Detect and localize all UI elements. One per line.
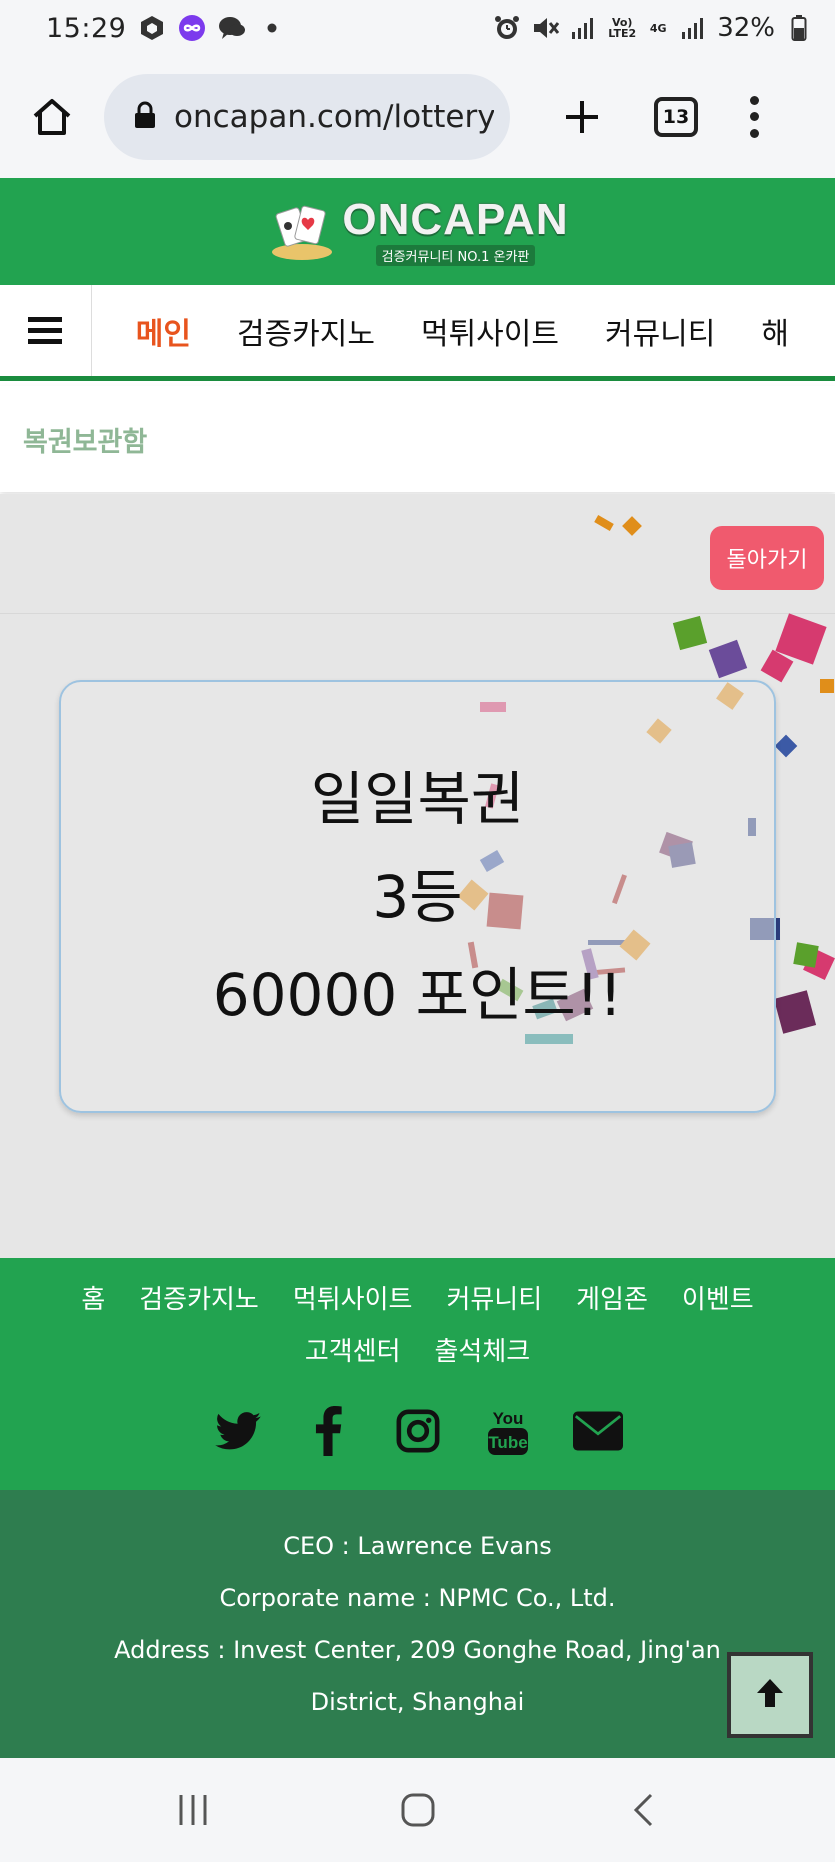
nav-item-scam-sites[interactable]: 먹튀사이트 bbox=[421, 309, 559, 353]
signal-2-icon bbox=[679, 14, 707, 42]
browser-toolbar: oncapan.com/lottery 13 bbox=[0, 56, 835, 178]
page-title-bar: 복권보관함 bbox=[0, 386, 835, 492]
mute-icon bbox=[531, 14, 560, 42]
hamburger-menu-icon[interactable] bbox=[0, 285, 92, 376]
twitter-icon[interactable] bbox=[213, 1406, 263, 1456]
battery-icon bbox=[785, 14, 813, 42]
status-time: 15:29 bbox=[46, 12, 127, 44]
new-tab-icon[interactable] bbox=[550, 85, 614, 149]
battery-percent: 32% bbox=[717, 13, 775, 43]
footer-link-home[interactable]: 홈 bbox=[81, 1283, 105, 1317]
lottery-rank: 3등 bbox=[372, 862, 463, 931]
lottery-result-card: 일일복권 3등 60000 포인트!! bbox=[59, 680, 776, 1113]
footer-link-game-zone[interactable]: 게임존 bbox=[576, 1283, 648, 1317]
system-nav-bar bbox=[0, 1758, 835, 1862]
lottery-prize: 60000 포인트!! bbox=[212, 960, 623, 1029]
signal-icon bbox=[569, 14, 597, 42]
site-logo[interactable]: ONCAPAN 검증커뮤니티 NO.1 온카판 bbox=[266, 197, 568, 266]
tab-switcher-button[interactable]: 13 bbox=[654, 97, 698, 137]
recent-apps-icon[interactable] bbox=[158, 1780, 228, 1840]
network-gen: 4G bbox=[649, 21, 667, 35]
url-text[interactable]: oncapan.com/lottery bbox=[174, 99, 494, 135]
nav-item-more[interactable]: 해 bbox=[761, 309, 789, 353]
address-bar[interactable]: oncapan.com/lottery bbox=[104, 74, 510, 160]
footer-link-scam-sites[interactable]: 먹튀사이트 bbox=[293, 1283, 413, 1317]
home-icon[interactable] bbox=[20, 85, 84, 149]
footer-nav: 홈 검증카지노 먹튀사이트 커뮤니티 게임존 이벤트 고객센터 출석체크 You… bbox=[0, 1258, 835, 1490]
page-title: 복권보관함 bbox=[23, 426, 148, 458]
home-nav-icon[interactable] bbox=[383, 1780, 453, 1840]
lottery-content: 돌아가기 일일복권 3등 60000 포인트!! bbox=[0, 494, 835, 1258]
address-text: Address : Invest Center, 209 Gonghe Road… bbox=[114, 1636, 721, 1716]
mail-icon[interactable] bbox=[572, 1406, 623, 1456]
footer-link-community[interactable]: 커뮤니티 bbox=[446, 1283, 542, 1317]
back-button[interactable]: 돌아가기 bbox=[710, 526, 824, 590]
footer-link-verified-casino[interactable]: 검증카지노 bbox=[139, 1283, 259, 1317]
facebook-icon[interactable] bbox=[303, 1406, 353, 1456]
youtube-tube-text: Tube bbox=[488, 1433, 527, 1452]
footer-link-attendance[interactable]: 출석체크 bbox=[435, 1335, 531, 1369]
corporate-name-text: Corporate name : NPMC Co., Ltd. bbox=[219, 1584, 616, 1612]
main-nav: 메인 검증카지노 먹튀사이트 커뮤니티 해 bbox=[0, 285, 835, 381]
footer-info: CEO : Lawrence Evans Corporate name : NP… bbox=[0, 1490, 835, 1758]
status-bar: 15:29 Vo) LTE2 4G 32% bbox=[0, 0, 835, 56]
network-label: Vo) LTE2 bbox=[608, 16, 637, 40]
footer-link-events[interactable]: 이벤트 bbox=[682, 1283, 754, 1317]
arrow-up-icon bbox=[755, 1677, 785, 1713]
cube-app-icon bbox=[138, 14, 166, 42]
site-header: ONCAPAN 검증커뮤니티 NO.1 온카판 bbox=[0, 178, 835, 285]
nav-item-main[interactable]: 메인 bbox=[136, 309, 191, 353]
tab-count: 13 bbox=[662, 106, 690, 128]
notification-dot-icon bbox=[258, 14, 286, 42]
logo-tagline: 검증커뮤니티 NO.1 온카판 bbox=[375, 245, 536, 266]
instagram-icon[interactable] bbox=[393, 1406, 443, 1456]
scroll-to-top-button[interactable] bbox=[727, 1652, 813, 1738]
infinity-app-icon bbox=[178, 14, 206, 42]
footer-link-customer-center[interactable]: 고객센터 bbox=[305, 1335, 401, 1369]
youtube-icon[interactable]: You Tube bbox=[483, 1406, 533, 1456]
lottery-name: 일일복권 bbox=[310, 764, 525, 833]
youtube-you-text: You bbox=[492, 1409, 523, 1428]
cards-logo-icon bbox=[266, 200, 338, 264]
chat-bubble-icon bbox=[218, 14, 246, 42]
browser-menu-icon[interactable] bbox=[742, 92, 766, 142]
nav-item-verified-casino[interactable]: 검증카지노 bbox=[237, 309, 375, 353]
back-nav-icon[interactable] bbox=[608, 1780, 678, 1840]
alarm-icon bbox=[493, 14, 521, 42]
logo-text: ONCAPAN bbox=[342, 195, 569, 244]
lock-icon bbox=[134, 101, 156, 133]
nav-item-community[interactable]: 커뮤니티 bbox=[605, 309, 715, 353]
ceo-text: CEO : Lawrence Evans bbox=[283, 1532, 552, 1560]
